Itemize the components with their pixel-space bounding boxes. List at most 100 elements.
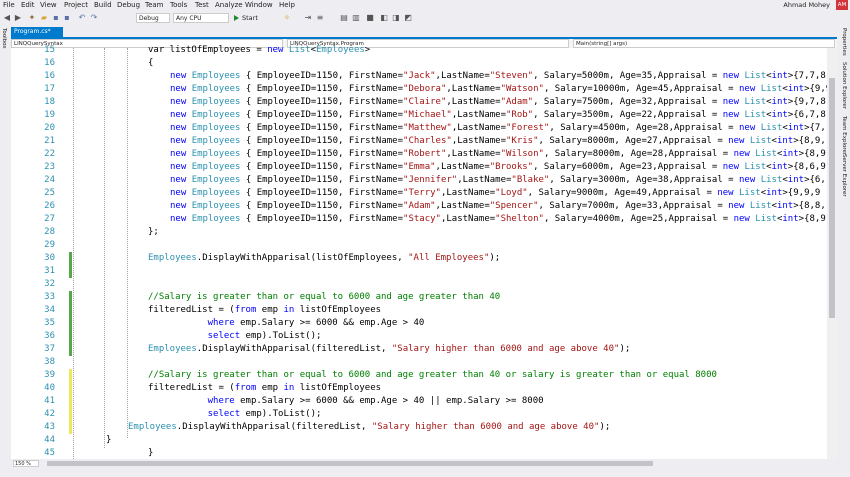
code-token: int xyxy=(771,162,788,172)
bookmark-icon[interactable]: ■ xyxy=(366,14,374,22)
right-panel-strip: Properties Solution Explorer Team Explorer… xyxy=(838,26,850,466)
step-icon[interactable]: ⇥ xyxy=(304,14,312,22)
prev-bookmark-icon[interactable]: ◧ xyxy=(380,14,388,22)
panel-tab-server-explorer[interactable]: Server Explorer xyxy=(841,154,847,197)
code-token: select xyxy=(207,409,246,419)
comment-icon[interactable]: ▤ xyxy=(340,14,348,22)
code-token: >{6, xyxy=(804,175,826,185)
panel-tab-properties[interactable]: Properties xyxy=(841,28,847,56)
code-line: 40 filteredList = (from emp in listOfEmpl… xyxy=(11,382,827,395)
back-icon[interactable]: ◀ xyxy=(3,14,11,22)
code-line: 16 new Employees { EmployeeID=1150, First… xyxy=(11,70,827,83)
saved-change-marker xyxy=(69,343,72,356)
vertical-scrollbar[interactable] xyxy=(827,48,837,459)
code-token: ,LastName= xyxy=(451,136,506,146)
menu-analyze[interactable]: Analyze xyxy=(215,1,243,9)
code-token: >{8,8, xyxy=(793,201,826,211)
undo-icon[interactable]: ↶ xyxy=(78,14,86,22)
attach-icon[interactable]: ✧ xyxy=(283,14,291,22)
code-token: "Loyd" xyxy=(495,188,528,198)
save-icon[interactable]: ▪ xyxy=(52,14,60,22)
code-token: Employees xyxy=(128,422,177,432)
code-line: 27 new Employees { EmployeeID=1150, First… xyxy=(11,213,831,226)
code-token: filteredList = ( xyxy=(148,383,235,393)
menu-build[interactable]: Build xyxy=(94,1,112,9)
code-line: 25 new Employees { EmployeeID=1150, First… xyxy=(11,187,827,200)
menu-window[interactable]: Window xyxy=(245,1,273,9)
configuration-dropdown[interactable]: Debug xyxy=(136,13,170,23)
code-token: { EmployeeID=1150, FirstName= xyxy=(240,123,404,133)
code-token: "Jennifer" xyxy=(403,175,458,185)
code-token: ,LastName= xyxy=(446,149,501,159)
code-line: 35 where emp.Salary >= 6000 && emp.Age >… xyxy=(11,317,827,330)
menu-debug[interactable]: Debug xyxy=(117,1,140,9)
code-token: ,LastName= xyxy=(446,97,501,107)
platform-dropdown[interactable]: Any CPU xyxy=(173,13,229,23)
code-text: select emp).ToList(); xyxy=(148,330,322,343)
code-token: > xyxy=(364,45,371,55)
code-line: 22 new Employees { EmployeeID=1150, First… xyxy=(11,148,827,161)
forward-icon[interactable]: ▶ xyxy=(14,14,22,22)
menu-view[interactable]: View xyxy=(40,1,57,9)
code-token: { EmployeeID=1150, FirstName= xyxy=(240,136,404,146)
panel-tab-solution-explorer[interactable]: Solution Explorer xyxy=(841,62,847,109)
line-number: 21 xyxy=(44,136,55,146)
panel-tab-team-explorer[interactable]: Team Explorer xyxy=(841,116,847,155)
code-token: , Salary=5000m, Age=35,Appraisal = xyxy=(533,71,723,81)
code-text: { xyxy=(148,57,153,70)
open-folder-icon[interactable]: ▰ xyxy=(40,14,48,22)
avatar[interactable]: AM xyxy=(836,0,848,10)
code-token: emp).ToList(); xyxy=(245,331,322,341)
code-token: { EmployeeID=1150, FirstName= xyxy=(240,214,404,224)
save-all-icon[interactable]: ▪ xyxy=(63,14,71,22)
vertical-scroll-thumb[interactable] xyxy=(829,78,835,318)
code-token: Employees xyxy=(191,97,241,107)
clear-bookmark-icon[interactable]: ◩ xyxy=(404,14,412,22)
code-text: new Employees { EmployeeID=1150, FirstNa… xyxy=(170,174,826,187)
redo-icon[interactable]: ↷ xyxy=(90,14,98,22)
code-token: int xyxy=(776,201,794,211)
menu-edit[interactable]: Edit xyxy=(21,1,35,9)
code-token: new xyxy=(170,149,192,159)
code-token: { EmployeeID=1150, FirstName= xyxy=(240,110,404,120)
tab-program-cs[interactable]: Program.cs* xyxy=(11,27,63,37)
code-token: //Salary is greater than or equal to 600… xyxy=(148,292,501,302)
menu-tools[interactable]: Tools xyxy=(170,1,187,9)
code-token: ,LastName= xyxy=(435,71,490,81)
user-name[interactable]: Ahmad Mohey xyxy=(783,1,830,9)
menu-project[interactable]: Project xyxy=(64,1,88,9)
code-token: , Salary=4500m, Age=28,Appraisal = xyxy=(549,123,740,133)
code-token: "Matthew" xyxy=(403,123,452,133)
toolbox-tab[interactable]: Toolbox xyxy=(1,28,7,49)
next-bookmark-icon[interactable]: ◨ xyxy=(392,14,400,22)
new-project-icon[interactable]: ✦ xyxy=(28,14,36,22)
code-token: filteredList = ( xyxy=(148,305,235,315)
code-token: ,LastName= xyxy=(457,175,512,185)
code-token: new xyxy=(733,149,756,159)
line-number: 35 xyxy=(44,318,55,328)
code-token: >{7,7,8 xyxy=(787,71,826,81)
menu-file[interactable]: File xyxy=(3,1,15,9)
code-token: "Jack" xyxy=(403,71,436,81)
unsaved-change-marker xyxy=(69,408,72,421)
format-icon[interactable]: ≡ xyxy=(316,14,324,22)
menu-help[interactable]: Help xyxy=(279,1,295,9)
code-token: "Adam" xyxy=(403,201,436,211)
code-line: 16 { xyxy=(11,57,827,70)
code-token: .DisplayWithApparisal(filteredList, xyxy=(176,422,372,432)
start-button[interactable]: Start xyxy=(242,13,258,23)
code-line: 31 xyxy=(11,265,827,278)
code-editor[interactable]: 15 var listOfEmployees = new List<Employe… xyxy=(11,45,831,459)
horizontal-scroll-thumb[interactable] xyxy=(47,461,653,466)
code-token: new xyxy=(170,71,192,81)
code-token: from xyxy=(234,383,262,393)
uncomment-icon[interactable]: ▥ xyxy=(352,14,360,22)
line-number: 26 xyxy=(44,201,55,211)
code-token: , Salary=3500m, Age=22,Appraisal = xyxy=(533,110,723,120)
code-token: "Robert" xyxy=(403,149,447,159)
menu-test[interactable]: Test xyxy=(195,1,209,9)
start-icon[interactable] xyxy=(234,15,239,21)
menu-team[interactable]: Team xyxy=(145,1,164,9)
code-token: from xyxy=(234,305,262,315)
zoom-dropdown[interactable]: 150 % xyxy=(13,460,39,467)
